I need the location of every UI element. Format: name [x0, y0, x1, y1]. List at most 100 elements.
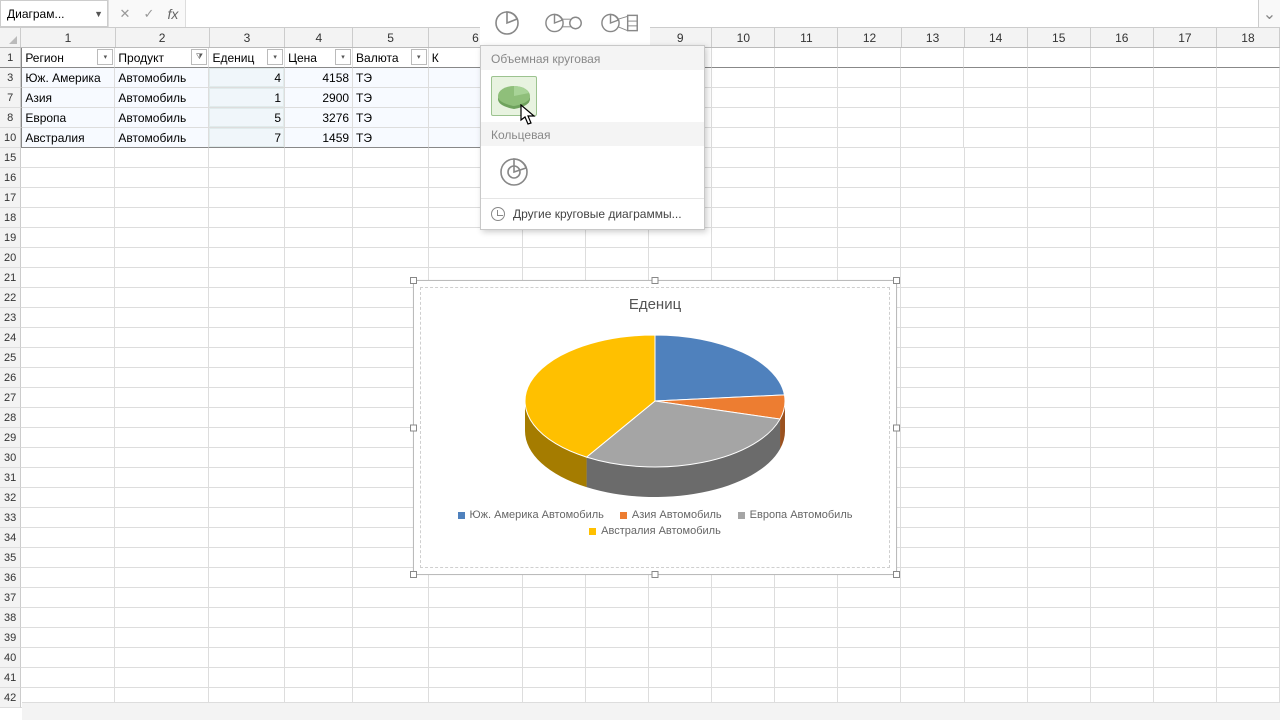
- cell[interactable]: [901, 548, 964, 568]
- cell[interactable]: [285, 188, 353, 208]
- cell[interactable]: [1028, 548, 1091, 568]
- cell[interactable]: [775, 48, 838, 68]
- cell[interactable]: [649, 648, 712, 668]
- cell[interactable]: [775, 68, 838, 88]
- cell[interactable]: [712, 588, 775, 608]
- cell[interactable]: [209, 428, 285, 448]
- cell[interactable]: [1217, 108, 1280, 128]
- cell[interactable]: [21, 668, 115, 688]
- cell[interactable]: [1028, 588, 1091, 608]
- cell[interactable]: [649, 588, 712, 608]
- cell[interactable]: [1028, 148, 1091, 168]
- cell[interactable]: [1091, 588, 1154, 608]
- cell[interactable]: [21, 288, 115, 308]
- col-header[interactable]: 3: [210, 28, 286, 47]
- cell[interactable]: [901, 228, 964, 248]
- cell[interactable]: [965, 188, 1028, 208]
- cell[interactable]: [712, 188, 775, 208]
- cell[interactable]: [285, 528, 353, 548]
- embedded-chart[interactable]: Едениц Юж. Америка АвтомобильАзия Автомо…: [413, 280, 897, 575]
- cell[interactable]: [649, 608, 712, 628]
- cell[interactable]: [712, 68, 775, 88]
- cell[interactable]: [965, 388, 1028, 408]
- cell[interactable]: [712, 608, 775, 628]
- cell[interactable]: [1028, 208, 1091, 228]
- cell[interactable]: [901, 508, 964, 528]
- row-header[interactable]: 40: [0, 648, 21, 668]
- cell[interactable]: 2900: [285, 88, 353, 108]
- cell[interactable]: [285, 628, 353, 648]
- cell[interactable]: Автомобиль: [115, 128, 209, 148]
- cell[interactable]: [649, 228, 712, 248]
- cell[interactable]: [21, 608, 115, 628]
- cell[interactable]: [1154, 248, 1217, 268]
- cell[interactable]: [429, 248, 523, 268]
- cell[interactable]: [712, 228, 775, 248]
- cell[interactable]: [901, 48, 964, 68]
- cell[interactable]: [965, 228, 1028, 248]
- cell[interactable]: [901, 448, 964, 468]
- cell[interactable]: [965, 168, 1028, 188]
- cell[interactable]: [965, 288, 1028, 308]
- col-header[interactable]: 1: [21, 28, 115, 47]
- cell[interactable]: [1028, 508, 1091, 528]
- cell[interactable]: [21, 448, 115, 468]
- select-all-triangle[interactable]: [0, 28, 21, 47]
- cell[interactable]: [901, 268, 964, 288]
- cell[interactable]: [21, 488, 115, 508]
- cell[interactable]: [21, 508, 115, 528]
- cell[interactable]: [1028, 568, 1091, 588]
- cell[interactable]: [1091, 488, 1154, 508]
- cell[interactable]: [1028, 328, 1091, 348]
- cell[interactable]: Автомобиль: [115, 68, 209, 88]
- cell[interactable]: [1154, 48, 1217, 68]
- cell[interactable]: [901, 168, 964, 188]
- cell[interactable]: [115, 648, 209, 668]
- pie-of-pie-icon[interactable]: [544, 8, 586, 38]
- cell[interactable]: [429, 648, 523, 668]
- cell[interactable]: [115, 668, 209, 688]
- cell[interactable]: [964, 68, 1027, 88]
- cell[interactable]: [1154, 548, 1217, 568]
- cell[interactable]: [712, 168, 775, 188]
- cell[interactable]: [21, 308, 115, 328]
- cell[interactable]: Валюта▾: [353, 48, 429, 68]
- cell[interactable]: Австралия: [21, 128, 115, 148]
- cell[interactable]: [775, 628, 838, 648]
- cell[interactable]: [838, 668, 901, 688]
- cell[interactable]: [1091, 408, 1154, 428]
- cell[interactable]: [1091, 248, 1154, 268]
- cell[interactable]: [1217, 388, 1280, 408]
- cell[interactable]: Юж. Америка: [21, 68, 115, 88]
- row-header[interactable]: 36: [0, 568, 21, 588]
- cell[interactable]: [838, 48, 901, 68]
- cell[interactable]: [285, 608, 353, 628]
- cell[interactable]: [1028, 488, 1091, 508]
- cell[interactable]: [1217, 468, 1280, 488]
- cell[interactable]: [965, 348, 1028, 368]
- cell[interactable]: [1091, 648, 1154, 668]
- cell[interactable]: [353, 668, 429, 688]
- cell[interactable]: [1091, 328, 1154, 348]
- cell[interactable]: [115, 188, 209, 208]
- formula-enter-button[interactable]: ✓: [137, 0, 161, 27]
- cell[interactable]: [21, 368, 115, 388]
- cell[interactable]: [115, 568, 209, 588]
- cell[interactable]: [21, 208, 115, 228]
- cell[interactable]: [1091, 228, 1154, 248]
- cell[interactable]: [901, 308, 964, 328]
- cell[interactable]: [209, 568, 285, 588]
- name-box-dropdown-icon[interactable]: ▼: [94, 9, 103, 19]
- cell[interactable]: [1217, 448, 1280, 468]
- cell[interactable]: [1217, 248, 1280, 268]
- cell[interactable]: [838, 68, 901, 88]
- cell[interactable]: [964, 48, 1027, 68]
- cell[interactable]: [1217, 148, 1280, 168]
- cell[interactable]: [209, 168, 285, 188]
- row-header[interactable]: 16: [0, 168, 21, 188]
- cell[interactable]: [1091, 568, 1154, 588]
- cell[interactable]: [775, 128, 838, 148]
- cell[interactable]: [1028, 268, 1091, 288]
- cell[interactable]: [523, 648, 586, 668]
- cell[interactable]: [21, 568, 115, 588]
